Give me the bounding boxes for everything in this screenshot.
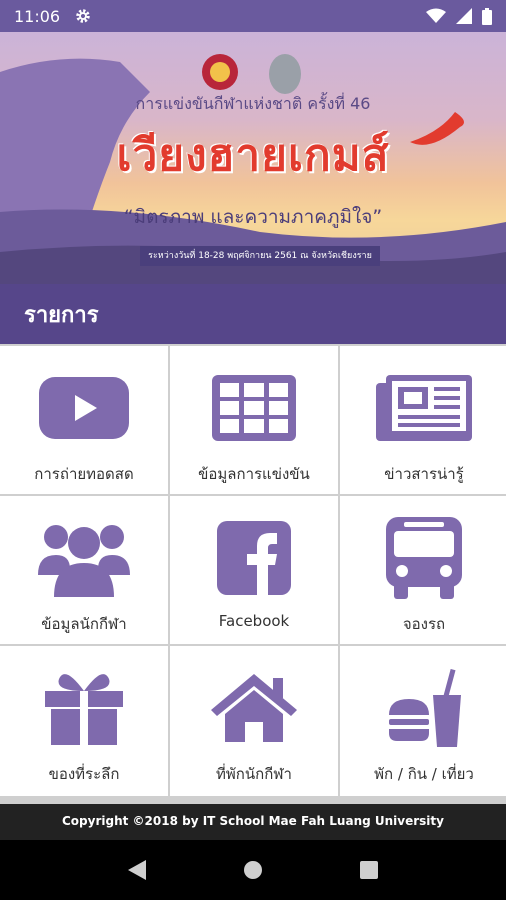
banner-title: เวียงฮายเกมส์	[116, 130, 390, 181]
copyright-footer: Copyright ©2018 by IT School Mae Fah Lua…	[0, 804, 506, 840]
menu-label: ของที่ระลึก	[48, 765, 120, 783]
menu-label: การถ่ายทอดสด	[34, 465, 134, 483]
status-bar: 11:06	[0, 0, 506, 32]
home-circle-icon[interactable]	[243, 860, 263, 880]
menu-label: ที่พักนักกีฬา	[216, 765, 292, 783]
menu-label: Facebook	[218, 612, 290, 630]
status-time: 11:06	[14, 6, 61, 26]
menu-item-athletes[interactable]: ข้อมูลนักกีฬา	[0, 496, 168, 644]
menu-item-competition-info[interactable]: ข้อมูลการแข่งขัน	[170, 346, 338, 494]
signal-icon	[456, 8, 472, 24]
section-title: รายการ	[24, 302, 99, 328]
table-icon	[212, 375, 296, 441]
system-nav-bar	[0, 840, 506, 900]
menu-item-eat-stay-travel[interactable]: พัก / กิน / เที่ยว	[340, 646, 506, 796]
menu-item-souvenirs[interactable]: ของที่ระลึก	[0, 646, 168, 796]
banner-slogan: “มิตรภาพ และความภาคภูมิใจ”	[123, 206, 383, 228]
menu-item-accommodation[interactable]: ที่พักนักกีฬา	[170, 646, 338, 796]
menu-label: จองรถ	[402, 615, 446, 633]
app-screen: 11:06 การแข่งขันกีฬาแห่งชาติ ครั้งที่ 46…	[0, 0, 506, 900]
settings-gear-icon	[76, 9, 90, 23]
menu-item-news[interactable]: ข่าวสารน่ารู้	[340, 346, 506, 494]
gift-icon	[45, 674, 123, 745]
home-icon	[211, 674, 297, 742]
menu-item-facebook[interactable]: Facebook	[170, 496, 338, 644]
wifi-icon	[426, 8, 446, 23]
menu-grid: การถ่ายทอดสด ข้อมูลการแข่งขัน ข่าวสารน่า…	[0, 344, 506, 804]
group-icon	[38, 525, 130, 597]
menu-item-bus-booking[interactable]: จองรถ	[340, 496, 506, 644]
back-icon[interactable]	[128, 860, 147, 880]
recents-icon[interactable]	[359, 861, 378, 879]
newspaper-icon	[376, 375, 472, 441]
youtube-icon	[39, 377, 129, 439]
menu-label: พัก / กิน / เที่ยว	[374, 765, 474, 783]
menu-label: ข่าวสารน่ารู้	[384, 465, 464, 483]
menu-label: ข้อมูลการแข่งขัน	[198, 465, 310, 483]
banner-dateline: ระหว่างวันที่ 18-28 พฤศจิกายน 2561 ณ จัง…	[140, 246, 380, 266]
section-header: รายการ	[0, 284, 506, 344]
event-banner: การแข่งขันกีฬาแห่งชาติ ครั้งที่ 46 เวียง…	[0, 32, 506, 284]
banner-subtitle: การแข่งขันกีฬาแห่งชาติ ครั้งที่ 46	[135, 94, 371, 113]
bus-icon	[386, 517, 462, 599]
battery-icon	[482, 7, 492, 25]
menu-item-live[interactable]: การถ่ายทอดสด	[0, 346, 168, 494]
menu-label: ข้อมูลนักกีฬา	[41, 615, 127, 633]
food-icon	[389, 669, 461, 747]
facebook-icon	[217, 521, 291, 595]
